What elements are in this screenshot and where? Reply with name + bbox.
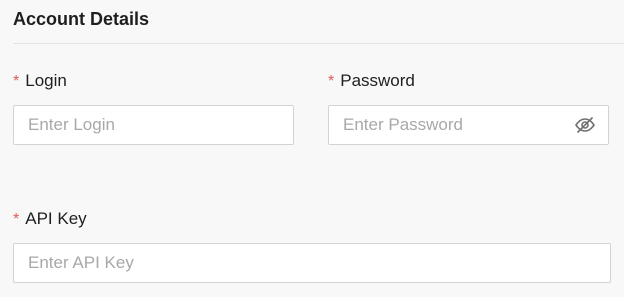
required-asterisk: * <box>13 73 20 90</box>
password-label: Password <box>340 71 415 90</box>
eye-off-icon[interactable] <box>574 115 596 135</box>
required-asterisk: * <box>13 211 20 228</box>
required-asterisk: * <box>328 73 335 90</box>
login-label: Login <box>25 71 67 90</box>
api-key-label: API Key <box>25 209 87 228</box>
password-field-container <box>328 105 609 145</box>
password-label-row: * Password <box>328 71 415 91</box>
login-field-container <box>13 105 294 145</box>
login-input[interactable] <box>14 106 293 144</box>
api-key-field-container <box>13 243 611 283</box>
login-label-row: * Login <box>13 71 67 91</box>
api-key-input[interactable] <box>14 244 610 282</box>
api-key-label-row: * API Key <box>13 209 87 229</box>
section-divider <box>13 43 624 44</box>
section-title: Account Details <box>13 9 150 29</box>
password-input[interactable] <box>329 106 608 144</box>
